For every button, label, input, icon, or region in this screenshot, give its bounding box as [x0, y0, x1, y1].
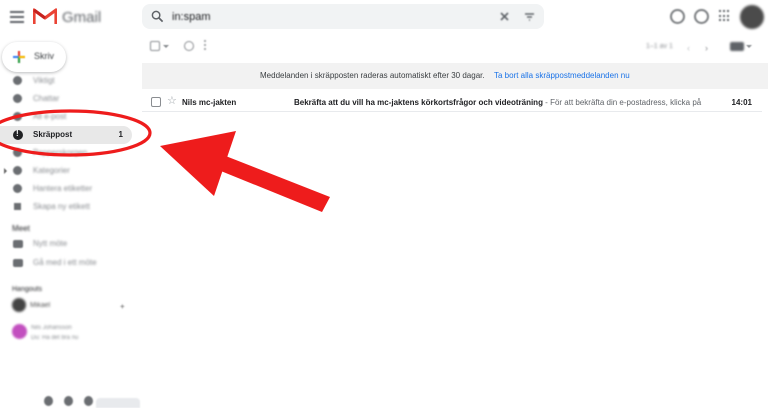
compose-label: Skriv: [34, 51, 54, 61]
email-time: 14:01: [731, 98, 752, 107]
chat-bubble-icon[interactable]: [64, 396, 73, 406]
video-icon: [13, 240, 23, 248]
sidebar-item-create-label[interactable]: Skapa ny etikett: [0, 198, 132, 216]
sidebar-bottom-bar: [0, 394, 140, 408]
plus-icon: [13, 51, 25, 63]
meet-item-label: Gå med i ett möte: [33, 258, 97, 267]
pagination-label: 1–1 av 1: [646, 43, 673, 50]
newer-page-button[interactable]: ‹: [687, 43, 690, 53]
sidebar-item-label: Chattar: [33, 94, 60, 103]
chevron-down-icon[interactable]: [746, 45, 752, 48]
trash-icon: [13, 148, 22, 157]
email-select-checkbox[interactable]: [151, 97, 161, 107]
sidebar-item-spam[interactable]: Skräppost 1: [0, 126, 132, 144]
help-icon[interactable]: [670, 9, 685, 24]
sidebar-item-manage-labels[interactable]: Hantera etiketter: [0, 180, 132, 198]
search-input[interactable]: [172, 8, 472, 25]
unread-count: 1: [118, 130, 123, 139]
chat-tab[interactable]: [96, 398, 140, 408]
email-subject-line: Bekräfta att du vill ha mc-jaktens körko…: [294, 98, 702, 107]
contact-name[interactable]: Nils Johansson: [31, 325, 72, 331]
sidebar-item-label: Skapa ny etikett: [33, 202, 90, 211]
hangouts-user-name[interactable]: Mikael: [30, 302, 50, 309]
meet-join-meeting[interactable]: Gå med i ett möte: [0, 255, 140, 271]
label-important-icon: [13, 76, 22, 85]
email-subject: Bekräfta att du vill ha mc-jaktens körko…: [294, 98, 543, 107]
email-row[interactable]: ☆ Nils mc-jakten Bekräfta att du vill ha…: [142, 92, 762, 112]
close-icon[interactable]: [498, 10, 511, 23]
chevron-down-icon[interactable]: [163, 45, 169, 48]
label-icon: [13, 166, 22, 175]
search-icon[interactable]: [151, 10, 164, 23]
email-sender: Nils mc-jakten: [182, 98, 237, 107]
contact-avatar[interactable]: [12, 324, 27, 339]
hangouts-user-avatar[interactable]: [12, 298, 26, 312]
email-snippet: - För att bekräfta din e-postadress, kli…: [542, 98, 702, 107]
gmail-logo-icon[interactable]: [33, 7, 57, 25]
search-options-icon[interactable]: [523, 10, 536, 23]
all-mail-icon: [13, 112, 22, 121]
gear-icon: [13, 184, 22, 193]
contact-last-message: Du: Ha det bra nu: [31, 335, 79, 341]
sidebar-item-label: All e-post: [33, 112, 67, 121]
more-options-icon[interactable]: [204, 40, 207, 52]
hangouts-section-title: Hangouts: [12, 286, 42, 293]
sidebar-item-label: Viktigt: [33, 76, 55, 85]
sidebar-item-label: Papperskorgen: [33, 148, 88, 157]
sidebar-item-label: Hantera etiketter: [33, 184, 93, 193]
sidebar-item-chats[interactable]: Chattar: [0, 90, 132, 108]
expand-caret-icon[interactable]: [4, 168, 7, 174]
apps-grid-icon[interactable]: [719, 10, 731, 22]
mail-toolbar: 1–1 av 1 ‹ ›: [142, 36, 768, 58]
star-icon[interactable]: ☆: [167, 94, 177, 107]
search-bar[interactable]: [142, 4, 544, 29]
older-page-button[interactable]: ›: [705, 43, 708, 53]
compose-button[interactable]: Skriv: [2, 42, 66, 72]
chat-icon: [13, 94, 22, 103]
select-all-checkbox[interactable]: [150, 41, 160, 51]
sidebar-item-label: Kategorier: [33, 166, 70, 175]
delete-all-spam-link[interactable]: Ta bort alla skräppostmeddelanden nu: [494, 71, 630, 80]
meet-new-meeting[interactable]: Nytt möte: [0, 236, 140, 252]
gear-icon[interactable]: [694, 9, 709, 24]
sidebar-item-categories[interactable]: Kategorier: [0, 162, 132, 180]
phone-icon[interactable]: [84, 396, 93, 406]
hangouts-add-button[interactable]: +: [120, 302, 125, 311]
keyboard-icon: [13, 259, 23, 267]
meet-section-title: Meet: [12, 224, 30, 233]
input-tools-icon[interactable]: [730, 42, 744, 51]
spam-notice-text: Meddelanden i skräpposten raderas automa…: [260, 71, 485, 80]
main-menu-icon[interactable]: [10, 11, 24, 23]
pointer-arrow: [160, 131, 330, 212]
spam-icon: [13, 129, 23, 140]
gmail-wordmark: Gmail: [62, 9, 102, 26]
spam-notice-banner: Meddelanden i skräpposten raderas automa…: [142, 63, 768, 89]
plus-icon: [14, 203, 21, 210]
meet-item-label: Nytt möte: [33, 239, 68, 248]
account-avatar[interactable]: [740, 5, 764, 29]
sidebar-nav: Viktigt Chattar All e-post Skräppost 1 P…: [0, 72, 140, 216]
sidebar-item-label: Skräppost: [33, 130, 73, 139]
sidebar-item-important[interactable]: Viktigt: [0, 72, 132, 90]
top-header: Gmail: [0, 0, 768, 34]
refresh-icon[interactable]: [184, 41, 194, 51]
sidebar-item-all-mail[interactable]: All e-post: [0, 108, 132, 126]
sidebar-item-trash[interactable]: Papperskorgen: [0, 144, 132, 162]
person-icon[interactable]: [44, 396, 53, 406]
